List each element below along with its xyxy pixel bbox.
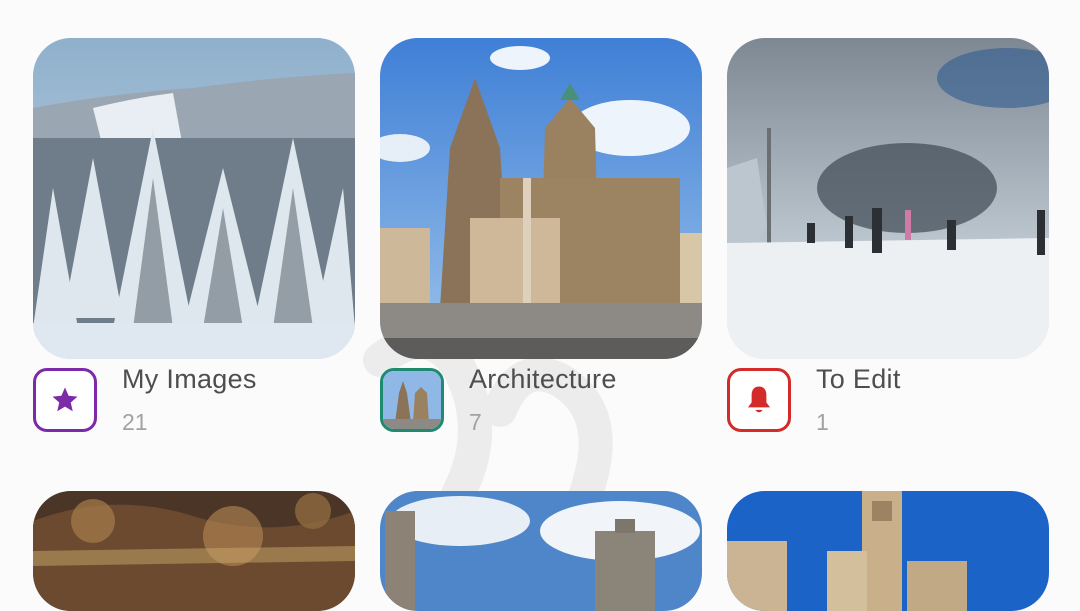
album-cover-photo[interactable] bbox=[33, 38, 355, 359]
snow-field-photo bbox=[727, 38, 1049, 359]
snowy-forest-photo bbox=[33, 38, 355, 359]
star-icon bbox=[52, 387, 78, 412]
album-cover-photo[interactable] bbox=[33, 491, 355, 611]
album-count: 21 bbox=[122, 409, 148, 435]
album-icon-badge bbox=[727, 368, 791, 432]
album-cover-photo[interactable] bbox=[380, 38, 702, 359]
album-icon-badge bbox=[33, 368, 97, 432]
cathedral-photo bbox=[380, 38, 702, 359]
album-cover-photo[interactable] bbox=[727, 491, 1049, 611]
album-cover-thumbnail bbox=[383, 371, 441, 429]
album-count: 7 bbox=[469, 409, 482, 435]
clouds-building-photo bbox=[380, 491, 702, 611]
baroque-ceiling-photo bbox=[33, 491, 355, 611]
album-cover-photo[interactable] bbox=[727, 38, 1049, 359]
album-title: My Images bbox=[122, 364, 257, 394]
album-cover-photo[interactable] bbox=[380, 491, 702, 611]
church-tower-photo bbox=[727, 491, 1049, 611]
album-title: To Edit bbox=[816, 364, 901, 394]
album-count: 1 bbox=[816, 409, 829, 435]
album-title: Architecture bbox=[469, 364, 617, 394]
bell-icon bbox=[747, 386, 771, 413]
album-icon-badge bbox=[380, 368, 444, 432]
